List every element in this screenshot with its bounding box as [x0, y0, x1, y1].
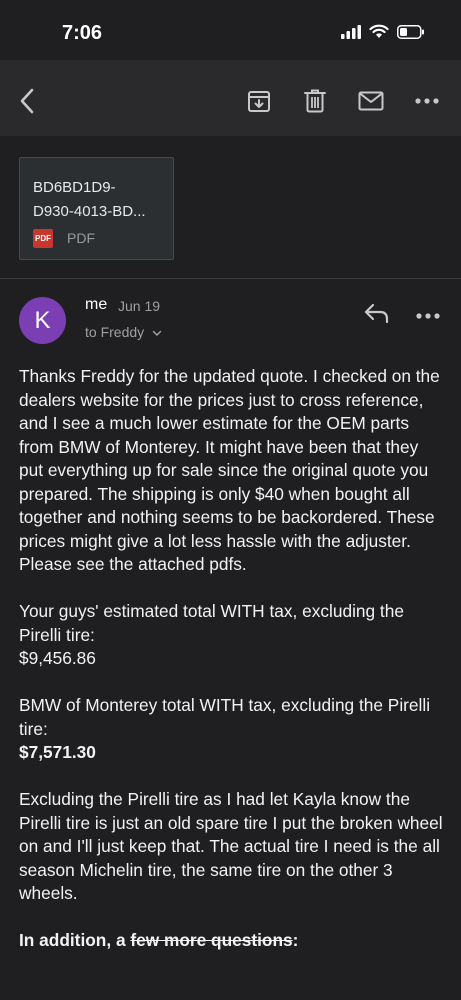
- chevron-down-icon: [152, 330, 162, 336]
- more-dots-icon: [415, 98, 439, 104]
- heading-suffix: :: [292, 930, 299, 950]
- avatar[interactable]: K: [19, 297, 66, 344]
- delete-button[interactable]: [302, 88, 328, 114]
- message-toolbar: [0, 60, 461, 136]
- more-dots-icon: [416, 313, 440, 319]
- bmw-total-value: $7,571.30: [19, 742, 96, 762]
- back-button[interactable]: [14, 88, 40, 114]
- attachment-card[interactable]: BD6BD1D9- D930-4013-BD... PDF PDF: [19, 157, 174, 260]
- mark-unread-button[interactable]: [358, 88, 384, 114]
- sent-date: Jun 19: [118, 298, 161, 314]
- estimate-label: Your guys' estimated total WITH tax, exc…: [19, 601, 404, 645]
- recipient-details[interactable]: to Freddy: [85, 324, 162, 340]
- attachment-name: BD6BD1D9- D930-4013-BD...: [33, 176, 168, 224]
- divider: [0, 278, 461, 279]
- estimate-value: $9,456.86: [19, 648, 96, 668]
- attachment-name-line2: D930-4013-BD...: [33, 203, 146, 220]
- archive-icon: [248, 91, 270, 112]
- body-paragraph-heading: In addition, a few more questions:: [19, 929, 447, 953]
- body-paragraph: Your guys' estimated total WITH tax, exc…: [19, 600, 447, 671]
- recipient-label: to Freddy: [85, 324, 145, 340]
- battery-icon: [397, 24, 425, 44]
- message-body: Thanks Freddy for the updated quote. I c…: [19, 365, 447, 976]
- attachment-type: PDF: [67, 230, 95, 246]
- body-paragraph: BMW of Monterey total WITH tax, excludin…: [19, 694, 447, 765]
- more-options-button[interactable]: [414, 88, 440, 114]
- status-bar: 7:06: [0, 0, 461, 60]
- body-paragraph: Excluding the Pirelli tire as I had let …: [19, 789, 443, 903]
- trash-icon: [304, 89, 326, 113]
- archive-button[interactable]: [246, 88, 272, 114]
- status-icons: [341, 24, 425, 44]
- status-time: 7:06: [62, 22, 103, 44]
- bmw-total-label: BMW of Monterey total WITH tax, excludin…: [19, 695, 431, 739]
- message-more-button[interactable]: [416, 306, 440, 319]
- pdf-icon: PDF: [33, 229, 53, 248]
- heading-prefix: In addition, a: [19, 930, 131, 950]
- signal-icon: [341, 24, 361, 44]
- heading-strikethrough: few more questions: [130, 930, 293, 950]
- mail-icon: [358, 91, 384, 111]
- back-chevron-icon: [20, 88, 34, 114]
- wifi-icon: [369, 24, 389, 44]
- message-content: BD6BD1D9- D930-4013-BD... PDF PDF K me J…: [0, 136, 461, 1000]
- body-paragraph: Thanks Freddy for the updated quote. I c…: [19, 366, 440, 574]
- reply-icon: [364, 303, 389, 324]
- reply-button[interactable]: [364, 302, 390, 324]
- attachment-name-line1: BD6BD1D9-: [33, 179, 116, 196]
- sender-name: me: [85, 296, 108, 313]
